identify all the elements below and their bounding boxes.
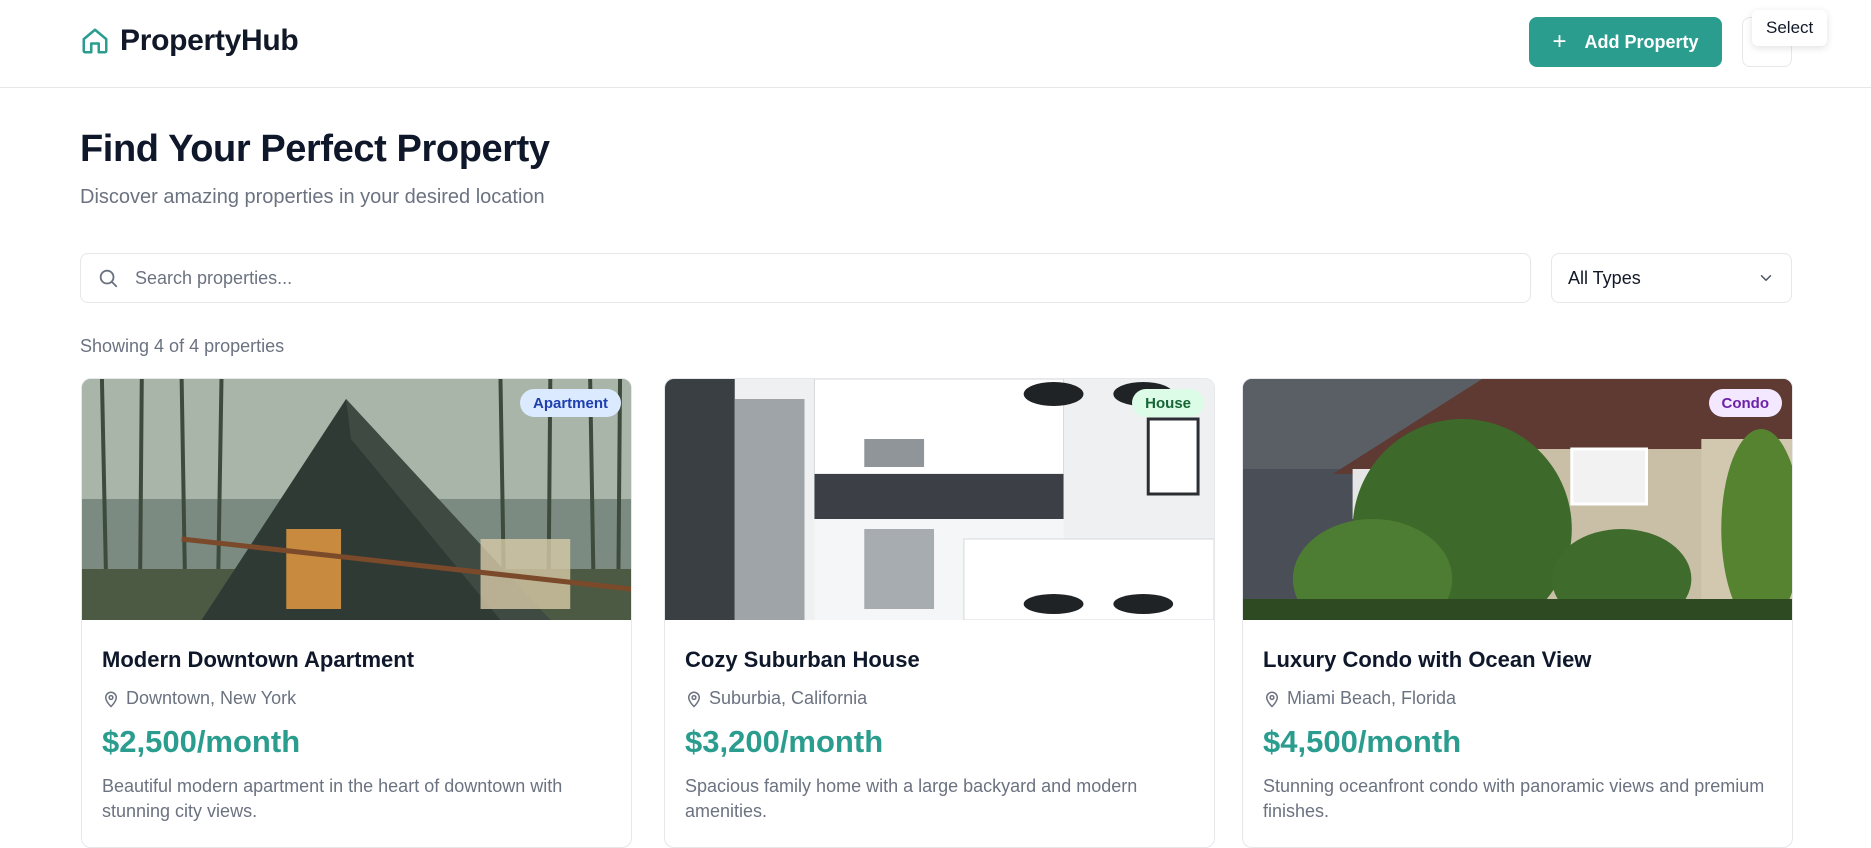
property-card[interactable]: House Cozy Suburban House Suburbia, Cali…	[664, 378, 1215, 848]
property-location-text: Suburbia, California	[709, 688, 868, 708]
add-property-label: Add Property	[1584, 31, 1699, 52]
map-pin-icon	[1265, 691, 1279, 708]
top-nav: PropertyHub + Add Property Select	[0, 0, 1871, 88]
property-location: Suburbia, California	[685, 688, 1194, 709]
property-type-value: All Types	[1568, 267, 1641, 288]
results-count: Showing 4 of 4 properties	[80, 336, 285, 356]
home-icon	[82, 28, 108, 54]
property-type-badge: House	[1132, 389, 1204, 417]
property-card[interactable]: Condo Luxury Condo with Ocean View Miami…	[1242, 378, 1793, 848]
property-location-text: Miami Beach, Florida	[1287, 688, 1457, 708]
property-location: Downtown, New York	[102, 688, 611, 709]
property-price: $3,200/month	[685, 724, 884, 759]
map-pin-icon	[687, 691, 701, 708]
property-title: Modern Downtown Apartment	[102, 647, 415, 672]
property-description: Spacious family home with a large backya…	[685, 776, 1138, 821]
property-location-text: Downtown, New York	[126, 688, 297, 708]
property-type-select[interactable]: All Types	[1551, 253, 1792, 303]
property-card[interactable]: Apartment Modern Downtown Apartment Down…	[81, 378, 632, 848]
search-box	[80, 253, 1531, 303]
property-description: Beautiful modern apartment in the heart …	[102, 776, 563, 821]
property-image: House	[665, 379, 1214, 620]
chevron-down-icon	[1760, 275, 1772, 281]
property-title: Cozy Suburban House	[685, 647, 920, 672]
page-title: Find Your Perfect Property	[80, 128, 550, 170]
brand[interactable]: PropertyHub	[80, 24, 299, 58]
property-description: Stunning oceanfront condo with panoramic…	[1263, 776, 1765, 821]
property-price: $2,500/month	[102, 724, 301, 759]
plus-icon: +	[1552, 28, 1567, 55]
search-input[interactable]	[135, 267, 1515, 289]
property-title: Luxury Condo with Ocean View	[1263, 647, 1592, 672]
property-image: Condo	[1243, 379, 1792, 620]
map-pin-icon	[104, 691, 118, 708]
search-icon	[99, 269, 118, 288]
brand-name: PropertyHub	[120, 24, 299, 57]
select-tooltip: Select	[1752, 10, 1828, 46]
add-property-button[interactable]: + Add Property	[1529, 17, 1722, 67]
property-type-badge: Condo	[1708, 389, 1782, 417]
property-type-badge: Apartment	[519, 389, 621, 417]
property-image: Apartment	[82, 379, 631, 620]
page-subtitle: Discover amazing properties in your desi…	[80, 186, 545, 208]
property-location: Miami Beach, Florida	[1263, 688, 1772, 709]
property-price: $4,500/month	[1263, 724, 1462, 759]
